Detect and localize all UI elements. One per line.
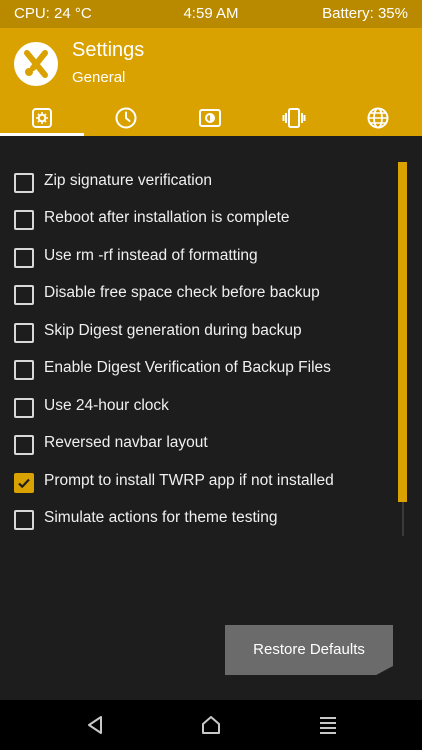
navigation-bar xyxy=(0,700,422,750)
option-label: Use rm -rf instead of formatting xyxy=(44,247,258,264)
gear-icon xyxy=(32,108,52,128)
option-label: Skip Digest generation during backup xyxy=(44,322,302,339)
option-label: Use 24-hour clock xyxy=(44,397,169,414)
restore-defaults-button[interactable]: Restore Defaults xyxy=(225,625,393,675)
checkbox[interactable] xyxy=(14,248,34,268)
checkbox[interactable] xyxy=(14,473,34,493)
scrollbar-thumb[interactable] xyxy=(398,162,407,502)
option-zip-signature[interactable]: Zip signature verification xyxy=(14,171,384,195)
option-disable-free-space-check[interactable]: Disable free space check before backup xyxy=(14,283,384,307)
option-24-hour-clock[interactable]: Use 24-hour clock xyxy=(14,396,384,420)
status-bar: CPU: 24 °C 4:59 AM Battery: 35% xyxy=(0,0,422,28)
checkbox[interactable] xyxy=(14,323,34,343)
back-triangle-icon[interactable] xyxy=(83,713,107,737)
tab-screen[interactable] xyxy=(168,100,252,136)
menu-icon[interactable] xyxy=(316,713,340,737)
twrp-logo-icon xyxy=(13,41,59,87)
checkbox[interactable] xyxy=(14,210,34,230)
header: Settings General xyxy=(0,28,422,136)
option-reversed-navbar[interactable]: Reversed navbar layout xyxy=(14,433,384,457)
battery-level: Battery: 35% xyxy=(322,5,408,22)
tab-bar xyxy=(0,100,422,136)
checkbox[interactable] xyxy=(14,510,34,530)
tab-general[interactable] xyxy=(0,100,84,136)
tab-language[interactable] xyxy=(336,100,420,136)
page-subtitle: General xyxy=(72,69,126,86)
page-title: Settings xyxy=(72,39,145,61)
clock-icon xyxy=(115,107,137,129)
tab-time[interactable] xyxy=(84,100,168,136)
option-label: Reboot after installation is complete xyxy=(44,209,290,226)
option-label: Enable Digest Verification of Backup Fil… xyxy=(44,359,331,376)
option-reboot-after-install[interactable]: Reboot after installation is complete xyxy=(14,208,384,232)
checkbox[interactable] xyxy=(14,285,34,305)
checkbox[interactable] xyxy=(14,435,34,455)
option-skip-digest[interactable]: Skip Digest generation during backup xyxy=(14,321,384,345)
option-label: Zip signature verification xyxy=(44,172,212,189)
checkbox[interactable] xyxy=(14,173,34,193)
home-icon[interactable] xyxy=(199,713,223,737)
option-label: Disable free space check before backup xyxy=(44,284,320,301)
globe-icon xyxy=(367,107,389,129)
tab-vibration[interactable] xyxy=(252,100,336,136)
checkbox[interactable] xyxy=(14,360,34,380)
checkmark-icon xyxy=(18,478,30,489)
option-label: Simulate actions for theme testing xyxy=(44,509,278,526)
option-prompt-install-app[interactable]: Prompt to install TWRP app if not instal… xyxy=(14,471,384,495)
checkbox[interactable] xyxy=(14,398,34,418)
option-label: Reversed navbar layout xyxy=(44,434,208,451)
option-enable-digest-verification[interactable]: Enable Digest Verification of Backup Fil… xyxy=(14,358,384,382)
option-rm-rf[interactable]: Use rm -rf instead of formatting xyxy=(14,246,384,270)
option-label: Prompt to install TWRP app if not instal… xyxy=(44,472,334,489)
vibrate-icon xyxy=(282,108,306,128)
brightness-icon xyxy=(199,109,221,127)
option-simulate-theme-actions[interactable]: Simulate actions for theme testing xyxy=(14,508,384,532)
